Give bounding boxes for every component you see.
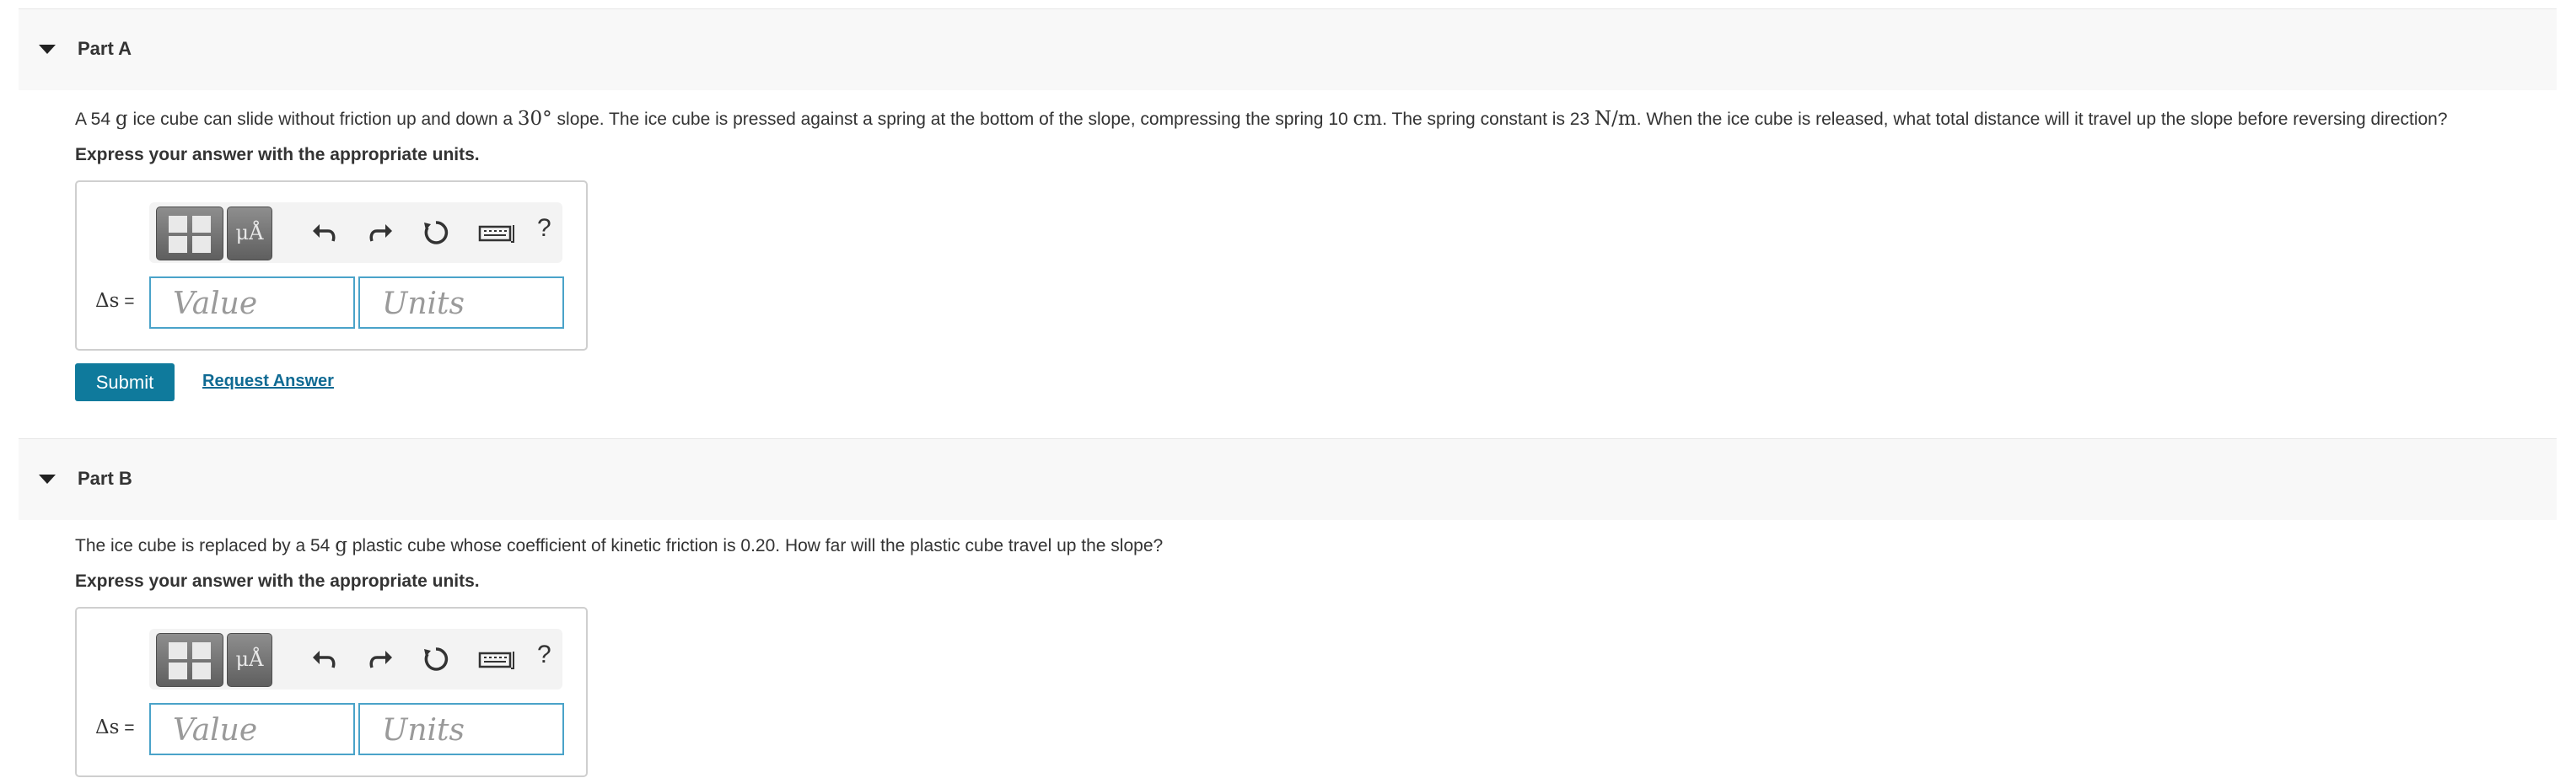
- value-input[interactable]: Value: [149, 703, 355, 755]
- part-a-answer-box: μÅ ? Δs = Value Units: [75, 180, 588, 351]
- part-a-toolbar: μÅ ?: [149, 202, 562, 263]
- part-a-title: Part A: [78, 38, 132, 59]
- units-icon[interactable]: μÅ: [227, 207, 272, 260]
- part-a-instruction: Express your answer with the appropriate…: [75, 145, 480, 164]
- caret-down-icon[interactable]: [39, 45, 56, 54]
- part-b-title: Part B: [78, 468, 132, 489]
- part-b-toolbar: μÅ ?: [149, 629, 562, 689]
- part-a-question: A 54 g ice cube can slide without fricti…: [75, 108, 2448, 130]
- undo-icon[interactable]: [308, 216, 341, 249]
- templates-icon[interactable]: [156, 633, 223, 687]
- value-input[interactable]: Value: [149, 276, 355, 329]
- part-a-header[interactable]: Part A: [19, 8, 2557, 90]
- reset-icon[interactable]: [419, 216, 453, 249]
- caret-down-icon[interactable]: [39, 475, 56, 484]
- part-b-header[interactable]: Part B: [19, 438, 2557, 520]
- units-icon[interactable]: μÅ: [227, 633, 272, 687]
- request-answer-link[interactable]: Request Answer: [202, 372, 334, 391]
- redo-icon[interactable]: [363, 642, 397, 676]
- reset-icon[interactable]: [419, 642, 453, 676]
- submit-button[interactable]: Submit: [75, 363, 175, 401]
- part-b-question: The ice cube is replaced by a 54 g plast…: [75, 534, 1164, 556]
- part-b-answer-box: μÅ ? Δs = Value Units: [75, 607, 588, 777]
- help-icon[interactable]: ?: [537, 214, 551, 243]
- undo-icon[interactable]: [308, 642, 341, 676]
- units-input[interactable]: Units: [358, 276, 564, 329]
- answer-label: Δs =: [95, 716, 135, 738]
- help-icon[interactable]: ?: [537, 641, 551, 669]
- templates-icon[interactable]: [156, 207, 223, 260]
- part-b-instruction: Express your answer with the appropriate…: [75, 571, 480, 591]
- units-input[interactable]: Units: [358, 703, 564, 755]
- keyboard-icon[interactable]: [476, 216, 519, 249]
- answer-label: Δs =: [95, 290, 135, 312]
- redo-icon[interactable]: [363, 216, 397, 249]
- keyboard-icon[interactable]: [476, 642, 519, 676]
